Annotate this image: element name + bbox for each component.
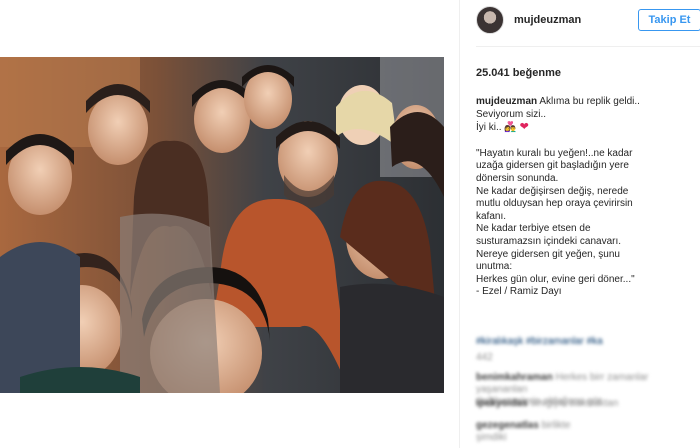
quote-line: susturamazsın içindeki canavarı. (476, 235, 622, 247)
post-sidebar: mujdeuzman Takip Et 25.041 beğenme mujde… (459, 0, 700, 448)
comment-item: gezegenatlas birlikte şimdiki (476, 420, 571, 443)
group-selfie-photo (0, 57, 444, 393)
comment-item: ipekyoldas sevgiyle bakmaktan (476, 398, 619, 409)
hashtags-line: #kiralıkaşk #birzamanlar #ka (476, 336, 603, 347)
quote-line: kafanı. (476, 210, 507, 222)
caption-line-2: Seviyorum sizi.. (476, 108, 547, 120)
quote-line: "Hayatın kuralı bu yeğen!..ne kadar (476, 147, 633, 159)
post-image[interactable] (0, 57, 444, 393)
quote-line: Herkes gün olur, evine geri döner..." (476, 273, 635, 285)
likes-count[interactable]: 25.041 beğenme (476, 67, 561, 79)
quote-line: Nereye gidersen git yeğen, şunu (476, 248, 620, 260)
quote-line: uzağa gidersen git başladığın yere (476, 160, 629, 172)
couple-emoji-icon: 👩‍❤️‍👨 (504, 122, 517, 134)
post-header: mujdeuzman Takip Et (460, 0, 700, 40)
header-divider (476, 46, 700, 47)
caption-line-3: İyi ki.. (476, 122, 502, 134)
quote-line: unutma: (476, 261, 513, 273)
username-link[interactable]: mujdeuzman (514, 14, 581, 26)
caption-line-1: Aklıma bu replik geldi.. (539, 96, 640, 107)
caption-author[interactable]: mujdeuzman (476, 96, 537, 107)
avatar[interactable] (476, 6, 504, 34)
comment-count: 442 (476, 352, 493, 363)
post-caption: mujdeuzman Aklıma bu replik geldi.. Sevi… (476, 96, 698, 299)
quote-line: Ne kadar değişirsen değiş, nerede (476, 185, 629, 197)
quote-line: Ne kadar terbiye etsen de (476, 223, 591, 235)
quote-line: - Ezel / Ramiz Dayı (476, 286, 562, 298)
follow-button[interactable]: Takip Et (638, 9, 700, 31)
heart-icon: ❤ (519, 121, 529, 134)
quote-line: dönersin sonunda. (476, 172, 559, 184)
quote-line: mutlu olduysan hep oraya çevirirsin (476, 198, 633, 210)
